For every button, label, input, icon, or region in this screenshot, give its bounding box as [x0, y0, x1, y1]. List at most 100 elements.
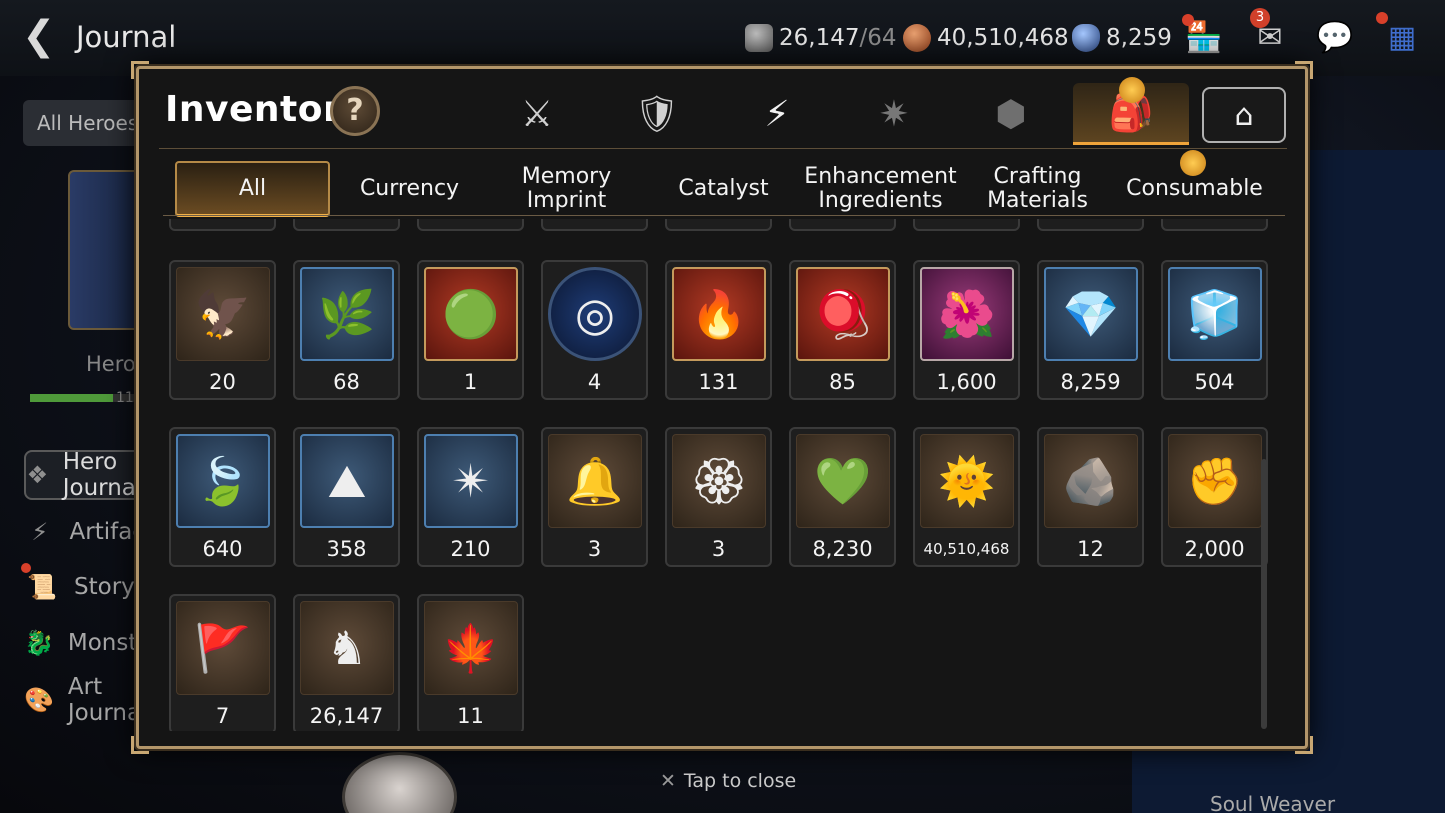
inventory-slot[interactable]: 🌺 1,600 [913, 260, 1020, 400]
inventory-slot[interactable]: 🍁 11 [417, 594, 524, 731]
spark-icon[interactable]: ✷ [836, 83, 952, 145]
inventory-grid: 🦅 20 🌿 68 🟢 1 ◎ 4 🔥 131 🪀 85 🌺 1,600 💎 8,259 🧊 504 🍃 640 ⛰ 35… [139, 219, 1284, 731]
hero-count: 11 [116, 390, 134, 406]
bolt-icon[interactable]: ⚡ [719, 83, 835, 145]
inventory-slot[interactable]: 🍃 640 [169, 427, 276, 567]
shield-icon[interactable]: 🛡 [599, 83, 715, 145]
top-bar: ❮ Journal 26,147 /64 40,510,468 8,259 🏪 … [0, 0, 1445, 76]
gold-coin-icon: 🌞 [920, 434, 1014, 528]
item-count: 8,230 [812, 537, 873, 561]
gold-icon [903, 24, 931, 52]
close-label: Tap to close [683, 770, 797, 792]
inventory-slot[interactable]: 🌿 68 [293, 260, 400, 400]
inventory-modal: Inventory ? ⚔ 🛡 ⚡ ✷ ⬢ 🎒 ⌂ All Currency M… [131, 61, 1313, 754]
item-glyph: ✊ [1186, 454, 1244, 508]
item-count: 1,600 [936, 370, 997, 394]
tab-label: All [238, 175, 267, 201]
sidebar-item-monster[interactable]: 🐉 Monster [24, 618, 161, 668]
inventory-slot-partial[interactable] [1161, 219, 1268, 231]
green-orb-icon: 🟢 [424, 267, 518, 361]
item-count: 2,000 [1184, 537, 1245, 561]
skystone-icon [1072, 24, 1100, 52]
back-arrow-icon[interactable]: ❮ [22, 14, 56, 58]
inventory-slot[interactable]: ✊ 2,000 [1161, 427, 1268, 567]
gold-counter[interactable]: 40,510,468 [903, 22, 1069, 54]
sidebar-item-art-journal[interactable]: 🎨 Art Journal [24, 674, 154, 726]
inventory-slot[interactable]: 🌞 40,510,468 [913, 427, 1020, 567]
tab-crafting-materials[interactable]: Crafting Materials [960, 161, 1115, 217]
blue-rune-disc-icon: ◎ [548, 267, 642, 361]
item-count: 131 [698, 370, 739, 394]
red-seal-icon: 🏵 [672, 434, 766, 528]
tap-to-close-hint[interactable]: ✕ Tap to close [660, 770, 796, 792]
divider [159, 148, 1287, 149]
inventory-slot[interactable]: 🦅 20 [169, 260, 276, 400]
help-button[interactable]: ? [330, 86, 380, 136]
consumable-notification-badge [1180, 150, 1206, 176]
tab-all[interactable]: All [175, 161, 330, 217]
monster-icon: 🐉 [24, 629, 54, 657]
item-count: 26,147 [309, 704, 384, 728]
item-count: 210 [450, 537, 491, 561]
inventory-slot-partial[interactable] [541, 219, 648, 231]
tab-currency[interactable]: Currency [332, 161, 487, 217]
inventory-slot[interactable]: 🔔 3 [541, 427, 648, 567]
item-count: 8,259 [1060, 370, 1121, 394]
mail-badge: 3 [1250, 8, 1270, 28]
frame-corner [1295, 736, 1313, 754]
inventory-slot[interactable]: ◎ 4 [541, 260, 648, 400]
inventory-slot[interactable]: 🟢 1 [417, 260, 524, 400]
frame-corner [131, 61, 149, 79]
shop-icon[interactable]: 🏪 [1180, 14, 1228, 60]
item-glyph: 🌺 [938, 287, 996, 341]
sidebar-item-hero-journal[interactable]: ❖ Hero Journal [24, 449, 154, 501]
inventory-slot[interactable]: 💎 8,259 [1037, 260, 1144, 400]
mail-icon[interactable]: ✉ 3 [1246, 8, 1294, 60]
frame-corner [131, 736, 149, 754]
inventory-slot[interactable]: 💚 8,230 [789, 427, 896, 567]
item-glyph: ◎ [574, 287, 616, 341]
scrollbar[interactable] [1261, 459, 1267, 729]
inventory-slot[interactable]: ♞ 26,147 [293, 594, 400, 731]
tab-enhancement-ingredients[interactable]: Enhancement Ingredients [803, 161, 958, 217]
item-count: 12 [1077, 537, 1104, 561]
stamina-counter[interactable]: 26,147 /64 [745, 22, 897, 54]
stamina-value: 26,147 [779, 25, 860, 51]
inventory-slot[interactable]: 🔥 131 [665, 260, 772, 400]
house-icon[interactable]: ⌂ [1202, 87, 1286, 143]
tab-catalyst[interactable]: Catalyst [646, 161, 801, 217]
gold-value: 40,510,468 [937, 25, 1069, 51]
hero-gear-icon[interactable]: ⚔ [479, 83, 595, 145]
hero-filter-dropdown[interactable]: All Heroes [23, 100, 143, 146]
inventory-slot[interactable]: 🪀 85 [789, 260, 896, 400]
inventory-slot[interactable]: 🏵 3 [665, 427, 772, 567]
cube-icon[interactable]: ⬢ [953, 83, 1069, 145]
inventory-slot-partial[interactable] [293, 219, 400, 231]
inventory-slot[interactable]: 🪨 12 [1037, 427, 1144, 567]
inventory-slot-partial[interactable] [789, 219, 896, 231]
inventory-slot-partial[interactable] [665, 219, 772, 231]
item-count: 504 [1194, 370, 1235, 394]
hero-label: Hero [86, 352, 136, 376]
chat-icon[interactable]: 💬 [1311, 14, 1359, 60]
item-glyph: 🧊 [1186, 287, 1244, 341]
green-heart-icon: 💚 [796, 434, 890, 528]
inventory-slot[interactable]: 🚩 7 [169, 594, 276, 731]
tab-memory-imprint[interactable]: Memory Imprint [489, 161, 644, 217]
item-count: 40,510,468 [923, 540, 1010, 558]
sidebar-item-artifact[interactable]: ⚡ Artifact [24, 507, 154, 557]
item-count: 640 [202, 537, 243, 561]
inventory-slot-partial[interactable] [1037, 219, 1144, 231]
claw-icon: 🦅 [176, 267, 270, 361]
inventory-slot[interactable]: 🧊 504 [1161, 260, 1268, 400]
item-glyph: 💚 [814, 454, 872, 508]
skystone-counter[interactable]: 8,259 [1072, 22, 1172, 54]
menu-grid-icon[interactable]: ▦ [1376, 12, 1426, 60]
inventory-slot[interactable]: ⛰ 358 [293, 427, 400, 567]
inventory-slot[interactable]: ✴ 210 [417, 427, 524, 567]
inventory-slot-partial[interactable] [169, 219, 276, 231]
sidebar-item-story[interactable]: 📜 Story [24, 562, 154, 612]
inventory-slot-partial[interactable] [417, 219, 524, 231]
inventory-slot-partial[interactable] [913, 219, 1020, 231]
ginseng-icon: 🌿 [300, 267, 394, 361]
